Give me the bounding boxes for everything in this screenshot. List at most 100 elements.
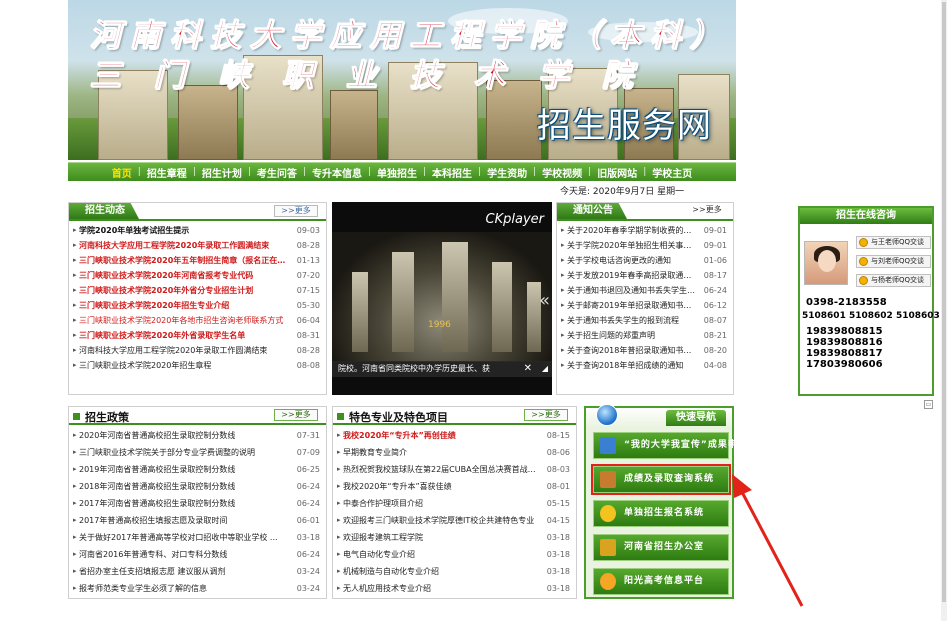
list-item-title[interactable]: 2020年河南省普通高校招生录取控制分数线 — [79, 427, 290, 444]
scroll-top-icon[interactable]: ▭ — [924, 400, 933, 409]
qq-chat-button[interactable]: 与刘老师QQ交谈 — [856, 255, 931, 268]
news-more-button[interactable]: >>更多 — [274, 205, 318, 217]
list-item[interactable]: ▸ 省招办室主任支招填报志愿 建议服从调剂 03-24 — [73, 563, 320, 580]
list-item-title[interactable]: 三门峡职业技术学院2020年各地市招生咨询老师联系方式 — [79, 313, 290, 328]
nav-item[interactable]: 单独招生 — [371, 165, 423, 180]
quick-nav-button[interactable]: 阳光高考信息平台 — [593, 568, 729, 595]
video-player[interactable]: CKplayer 1996 « 院校。河南省同类院校中办学历史最长、获 ✕ ◢ — [332, 202, 552, 395]
policy-more-button[interactable]: >>更多 — [274, 409, 318, 421]
list-item[interactable]: ▸关于发放2019年春季高招录取通知书的通08-17 — [561, 268, 727, 283]
list-item-title[interactable]: 我校2020年“专升本”再创佳绩 — [343, 427, 540, 444]
list-item[interactable]: ▸ 河南科技大学应用工程学院2020年录取工作圆满结束 08-28 — [73, 238, 320, 253]
list-item-title[interactable]: 河南科技大学应用工程学院2020年录取工作圆满结束 — [79, 343, 290, 358]
list-item[interactable]: ▸ 三门峡职业技术学院2020年五年制招生简章（报名正在进行中） 01-13 — [73, 253, 320, 268]
list-item-title[interactable]: 2017年河南省普通高校招生录取控制分数线 — [79, 495, 290, 512]
qq-chat-button[interactable]: 与杨老师QQ交谈 — [856, 274, 931, 287]
list-item[interactable]: ▸ 我校2020年“专升本”喜获佳绩 08-01 — [337, 478, 570, 495]
list-item-title[interactable]: 河南省2016年普通专科、对口专科分数线 — [79, 546, 290, 563]
list-item[interactable]: ▸ 三门峡职业技术学院2020年各地市招生咨询老师联系方式 06-04 — [73, 313, 320, 328]
majors-more-button[interactable]: >>更多 — [524, 409, 568, 421]
list-item-title[interactable]: 三门峡职业技术学院2020年五年制招生简章（报名正在进行中） — [79, 253, 290, 268]
list-item[interactable]: ▸ 关于招生问题的郑重声明 08-21 — [561, 328, 727, 343]
list-item-title[interactable]: 报考师范类专业学生必须了解的信息 — [79, 580, 290, 597]
list-item[interactable]: ▸ 2019年河南省普通高校招生录取控制分数线 06-25 — [73, 461, 320, 478]
list-item-title[interactable]: 关于招生问题的郑重声明 — [567, 328, 697, 343]
list-item-title[interactable]: 欢迎报考建筑工程学院 — [343, 529, 540, 546]
list-item-title[interactable]: 欢迎报考三门峡职业技术学院厚德IT校企共建特色专业 — [343, 512, 540, 529]
nav-item[interactable]: 招生章程 — [141, 165, 193, 180]
nav-item[interactable]: 专升本信息 — [306, 165, 368, 180]
list-item-title[interactable]: 三门峡职业技术学院2020年招生章程 — [79, 358, 290, 373]
list-item[interactable]: ▸ 电气自动化专业介绍 03-18 — [337, 546, 570, 563]
list-item[interactable]: ▸ 2018年河南省普通高校招生录取控制分数线 06-24 — [73, 478, 320, 495]
list-item-title[interactable]: 河南科技大学应用工程学院2020年录取工作圆满结束 — [79, 238, 290, 253]
nav-item[interactable]: 学生资助 — [481, 165, 533, 180]
quick-nav-button[interactable]: 成绩及录取查询系统 — [591, 464, 731, 495]
list-item-title[interactable]: 2017年普通高校招生填报志愿及录取时间 — [79, 512, 290, 529]
list-item-title[interactable]: 关于2020年春季学期学制收费的声明 — [567, 223, 697, 238]
list-item-title[interactable]: 关于学校电话咨询更改的通知 — [567, 253, 697, 268]
nav-item[interactable]: 本科招生 — [426, 165, 478, 180]
list-item[interactable]: ▸ 关于通知书退回及通知书丢失学生报 ... 06-24 — [561, 283, 727, 298]
list-item-title[interactable]: 中泰合作护理项目介绍 — [343, 495, 540, 512]
nav-item[interactable]: 首页 — [106, 165, 138, 180]
quick-nav-button[interactable]: 河南省招生办公室 — [593, 534, 729, 561]
list-item-title[interactable]: 无人机应用技术专业介绍 — [343, 580, 540, 597]
list-item-title[interactable]: 热烈祝贺我校篮球队在第22届CUBA全国总决赛首战告 ... — [343, 461, 540, 478]
list-item[interactable]: ▸ 三门峡职业技术学院2020年招生专业介绍 05-30 — [73, 298, 320, 313]
list-item-title[interactable]: 关于通知书退回及通知书丢失学生报 ... — [567, 283, 697, 298]
list-item[interactable]: ▸ 关于学校电话咨询更改的通知 01-06 — [561, 253, 727, 268]
notices-more-button[interactable]: >>更多 — [685, 205, 729, 217]
nav-item[interactable]: 学校主页 — [646, 165, 698, 180]
list-item-title[interactable]: 三门峡职业技术学院2020年河南省报考专业代码 — [79, 268, 290, 283]
volume-icon[interactable]: ◢ — [542, 361, 548, 377]
list-item[interactable]: ▸ 三门峡职业技术学院2020年河南省报考专业代码 07-20 — [73, 268, 320, 283]
list-item-title[interactable]: 关于做好2017年普通高等学校对口招收中等职业学校 ... — [79, 529, 290, 546]
qq-chat-button[interactable]: 与王老师QQ交谈 — [856, 236, 931, 249]
list-item-title[interactable]: 2018年河南省普通高校招生录取控制分数线 — [79, 478, 290, 495]
list-item[interactable]: ▸ 关于查询2018年普招录取通知书发放 ... 08-20 — [561, 343, 727, 358]
list-item[interactable]: ▸ 无人机应用技术专业介绍 03-18 — [337, 580, 570, 597]
list-item[interactable]: ▸ 2020年河南省普通高校招生录取控制分数线 07-31 — [73, 427, 320, 444]
page-scrollbar[interactable] — [941, 0, 947, 621]
nav-item[interactable]: 学校视频 — [536, 165, 588, 180]
list-item[interactable]: ▸ 三门峡职业技术学院关于部分专业学费调整的说明 07-09 — [73, 444, 320, 461]
list-item[interactable]: ▸ 欢迎报考建筑工程学院 03-18 — [337, 529, 570, 546]
nav-item[interactable]: 旧版网站 — [591, 165, 643, 180]
list-item[interactable]: ▸ 关于邮寄2019年单招录取通知书的通 06-12 — [561, 298, 727, 313]
list-item[interactable]: ▸ 关于学院2020年单独招生相关事宜的 ... 09-01 — [561, 238, 727, 253]
list-item-title[interactable]: 关于通知书丢失学生的报到流程 — [567, 313, 697, 328]
list-item[interactable]: ▸ 关于查询2018年单招成绩的通知 04-08 — [561, 358, 727, 373]
list-item[interactable]: ▸ 三门峡职业技术学院2020年外省分专业招生计划 07-15 — [73, 283, 320, 298]
list-item-title[interactable]: 2019年河南省普通高校招生录取控制分数线 — [79, 461, 290, 478]
list-item-title[interactable]: 关于邮寄2019年单招录取通知书的通 — [567, 298, 697, 313]
list-item-title[interactable]: 学院2020年单独考试招生提示 — [79, 223, 290, 238]
list-item-title[interactable]: 三门峡职业技术学院2020年外省分专业招生计划 — [79, 283, 290, 298]
list-item[interactable]: ▸ 关于通知书丢失学生的报到流程 08-07 — [561, 313, 727, 328]
list-item-title[interactable]: 省招办室主任支招填报志愿 建议服从调剂 — [79, 563, 290, 580]
list-item-title[interactable]: 机械制造与自动化专业介绍 — [343, 563, 540, 580]
nav-item[interactable]: 考生问答 — [251, 165, 303, 180]
quick-nav-button[interactable]: “我的大学我宣传”成果申报 — [593, 432, 747, 459]
list-item-title[interactable]: 三门峡职业技术学院2020年招生专业介绍 — [79, 298, 290, 313]
list-item-title[interactable]: 关于发放2019年春季高招录取通知书的通 — [567, 268, 697, 283]
list-item[interactable]: ▸ 三门峡职业技术学院2020年外省录取学生名单 08-31 — [73, 328, 320, 343]
list-item-title[interactable]: 我校2020年“专升本”喜获佳绩 — [343, 478, 540, 495]
list-item[interactable]: ▸ 报考师范类专业学生必须了解的信息 03-24 — [73, 580, 320, 597]
list-item[interactable]: ▸ 中泰合作护理项目介绍 05-15 — [337, 495, 570, 512]
list-item[interactable]: ▸ 关于做好2017年普通高等学校对口招收中等职业学校 ... 03-18 — [73, 529, 320, 546]
list-item-title[interactable]: 关于查询2018年单招成绩的通知 — [567, 358, 697, 373]
list-item-title[interactable]: 关于查询2018年普招录取通知书发放 ... — [567, 343, 697, 358]
list-item[interactable]: ▸ 2017年河南省普通高校招生录取控制分数线 06-24 — [73, 495, 320, 512]
list-item[interactable]: ▸ 河南科技大学应用工程学院2020年录取工作圆满结束 08-28 — [73, 343, 320, 358]
close-icon[interactable]: ✕ — [524, 361, 532, 377]
list-item[interactable]: ▸ 早期教育专业简介 08-06 — [337, 444, 570, 461]
list-item[interactable]: ▸ 关于2020年春季学期学制收费的声明 09-01 — [561, 223, 727, 238]
video-prev-arrow-icon[interactable]: « — [539, 290, 550, 311]
list-item[interactable]: ▸ 河南省2016年普通专科、对口专科分数线 06-24 — [73, 546, 320, 563]
list-item-title[interactable]: 关于学院2020年单独招生相关事宜的 ... — [567, 238, 697, 253]
list-item[interactable]: ▸ 2017年普通高校招生填报志愿及录取时间 06-01 — [73, 512, 320, 529]
list-item[interactable]: ▸ 学院2020年单独考试招生提示 09-03 — [73, 223, 320, 238]
list-item-title[interactable]: 电气自动化专业介绍 — [343, 546, 540, 563]
quick-nav-button[interactable]: 单独招生报名系统 — [593, 500, 729, 527]
